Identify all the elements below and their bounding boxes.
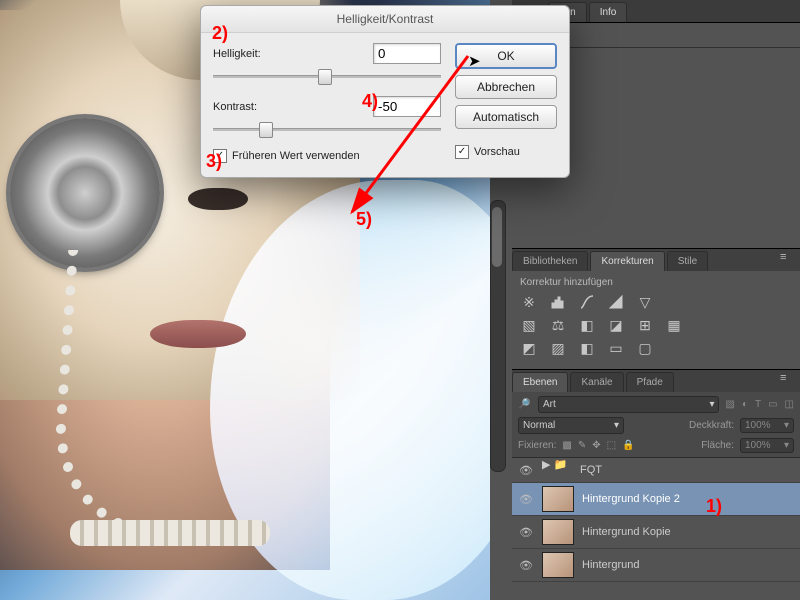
lock-all-icon[interactable]: 🔒: [622, 440, 634, 451]
tab-layers[interactable]: Ebenen: [512, 372, 568, 392]
tab-channels[interactable]: Kanäle: [570, 372, 623, 392]
annotation-4: 4): [362, 92, 378, 110]
legacy-checkbox-label: Früheren Wert verwenden: [232, 150, 360, 162]
filter-adjust-icon[interactable]: ◐: [742, 399, 748, 410]
color-balance-icon[interactable]: ⚖: [549, 317, 567, 333]
tab-libraries[interactable]: Bibliotheken: [512, 251, 588, 271]
vibrance-icon[interactable]: ▽: [636, 294, 654, 310]
blend-mode-dropdown[interactable]: Normal▾: [518, 417, 624, 434]
layer-thumbnail[interactable]: [542, 486, 574, 512]
channel-mixer-icon[interactable]: ⊞: [636, 317, 654, 333]
exposure-icon[interactable]: [607, 294, 625, 310]
selective-color-icon[interactable]: ▢: [636, 340, 654, 356]
lock-position-icon[interactable]: ✥: [592, 440, 600, 451]
slider-thumb[interactable]: [259, 122, 273, 138]
layers-panel: Ebenen Kanäle Pfade ≡ 🔎 Art▾ ▧ ◐ T ▭ ◫: [512, 369, 800, 582]
mouse-cursor-icon: ➤: [468, 52, 481, 70]
blend-mode-value: Normal: [523, 420, 555, 431]
filter-smart-icon[interactable]: ◫: [785, 399, 794, 410]
auto-button[interactable]: Automatisch: [455, 105, 557, 129]
lock-transparency-icon[interactable]: ▩: [562, 440, 571, 451]
layer-filter-value: Art: [543, 399, 556, 410]
posterize-icon[interactable]: ▨: [549, 340, 567, 356]
layer-filter-type-dropdown[interactable]: Art▾: [538, 396, 719, 413]
contrast-input[interactable]: [373, 96, 441, 117]
photo-filter-icon[interactable]: ◪: [607, 317, 625, 333]
layer-row[interactable]: 👁 Hintergrund Kopie: [512, 516, 800, 549]
photo-choker: [70, 520, 270, 546]
visibility-toggle-icon[interactable]: 👁: [518, 526, 534, 539]
panel-menu-icon[interactable]: ≡: [780, 372, 796, 388]
layer-thumbnail[interactable]: [542, 552, 574, 578]
panel-menu-icon[interactable]: ≡: [780, 251, 796, 267]
hue-sat-icon[interactable]: ▧: [520, 317, 538, 333]
annotation-2: 2): [212, 24, 228, 42]
layer-filter-search-icon[interactable]: 🔎: [518, 399, 532, 410]
tab-info[interactable]: Info: [589, 2, 628, 22]
adjustments-subhead: Korrektur hinzufügen: [520, 277, 792, 288]
lock-artboard-icon[interactable]: ⬚: [607, 440, 616, 451]
slider-thumb[interactable]: [318, 69, 332, 85]
gradient-map-icon[interactable]: ▭: [607, 340, 625, 356]
opacity-stepper[interactable]: 100%▾: [740, 418, 794, 433]
threshold-icon[interactable]: ◧: [578, 340, 596, 356]
filter-shape-icon[interactable]: ▭: [768, 399, 777, 410]
layer-row[interactable]: 👁 Hintergrund: [512, 549, 800, 582]
curves-icon[interactable]: [578, 294, 596, 310]
annotation-5: 5): [356, 210, 372, 228]
expand-arrow-icon[interactable]: ▶ 📁: [542, 458, 572, 482]
dialog-title: Helligkeit/Kontrast: [201, 6, 569, 33]
fill-stepper[interactable]: 100%▾: [740, 438, 794, 453]
tab-styles[interactable]: Stile: [667, 251, 708, 271]
visibility-toggle-icon[interactable]: 👁: [518, 493, 534, 506]
visibility-toggle-icon[interactable]: 👁: [518, 559, 534, 572]
cancel-button[interactable]: Abbrechen: [455, 75, 557, 99]
opacity-label: Deckkraft:: [689, 420, 734, 431]
photo-eyepatch: [10, 118, 160, 268]
brightness-contrast-dialog: Helligkeit/Kontrast Helligkeit: Kontrast…: [200, 5, 570, 178]
layer-group-row[interactable]: 👁 ▶ 📁 FQT: [512, 458, 800, 483]
photo-pearls: [48, 250, 248, 540]
filter-pixels-icon[interactable]: ▧: [725, 399, 734, 410]
brightness-label: Helligkeit:: [213, 48, 285, 60]
layer-name[interactable]: Hintergrund Kopie 2: [582, 493, 680, 505]
black-white-icon[interactable]: ◧: [578, 317, 596, 333]
preview-checkbox[interactable]: ✓: [455, 145, 469, 159]
invert-icon[interactable]: ◩: [520, 340, 538, 356]
brightness-input[interactable]: [373, 43, 441, 64]
adjustments-panel: Bibliotheken Korrekturen Stile ≡ Korrekt…: [512, 248, 800, 369]
brightness-slider[interactable]: [213, 68, 441, 84]
contrast-slider[interactable]: [213, 121, 441, 137]
annotation-3: 3): [206, 152, 222, 170]
fill-label: Fläche:: [701, 440, 734, 451]
layer-thumbnail[interactable]: [542, 519, 574, 545]
layer-name[interactable]: Hintergrund Kopie: [582, 526, 671, 538]
layer-name[interactable]: Hintergrund: [582, 559, 639, 571]
levels-icon[interactable]: [549, 294, 567, 310]
lock-pixels-icon[interactable]: ✎: [578, 440, 586, 451]
color-lookup-icon[interactable]: ▦: [665, 317, 683, 333]
visibility-toggle-icon[interactable]: 👁: [518, 464, 534, 477]
scrollbar-thumb[interactable]: [492, 207, 502, 267]
photo-eye: [188, 188, 248, 210]
tab-adjustments[interactable]: Korrekturen: [590, 251, 664, 271]
layer-list: 👁 ▶ 📁 FQT 👁 Hintergrund Kopie 2 👁 Hinter…: [512, 458, 800, 582]
layer-row[interactable]: 👁 Hintergrund Kopie 2: [512, 483, 800, 516]
annotation-1: 1): [706, 497, 722, 515]
brightness-contrast-icon[interactable]: ※: [520, 294, 538, 310]
tab-paths[interactable]: Pfade: [626, 372, 674, 392]
preview-checkbox-label: Vorschau: [474, 146, 520, 158]
canvas-vertical-scrollbar[interactable]: [490, 200, 506, 472]
lock-label: Fixieren:: [518, 440, 556, 451]
contrast-label: Kontrast:: [213, 101, 285, 113]
filter-type-icon[interactable]: T: [755, 399, 761, 410]
layer-name[interactable]: FQT: [580, 464, 602, 476]
